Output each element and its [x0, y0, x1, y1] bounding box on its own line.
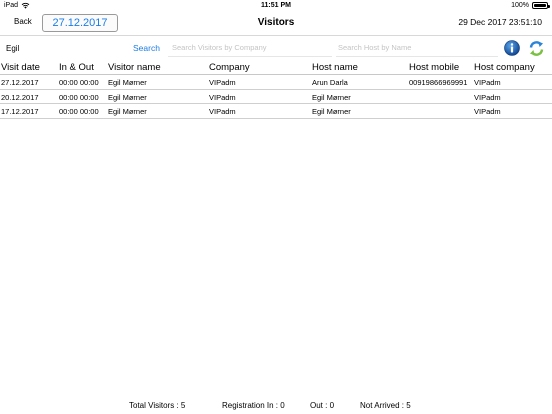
not-arrived-count: Not Arrived : 5 — [360, 401, 411, 410]
battery-icon — [532, 2, 550, 9]
visitor-search-input[interactable] — [2, 38, 130, 58]
visitors-table: Visit date In & Out Visitor name Company… — [0, 61, 552, 119]
cell-visit-date: 17.12.2017 — [1, 107, 39, 116]
cell-host-name: Arun Darla — [312, 78, 348, 87]
header-host-mobile[interactable]: Host mobile — [409, 62, 459, 73]
status-right: 100% — [511, 2, 550, 9]
cell-company: VIPadm — [209, 78, 236, 87]
header-host-name[interactable]: Host name — [312, 62, 358, 73]
table-header: Visit date In & Out Visitor name Company… — [0, 61, 552, 75]
status-time: 11:51 PM — [261, 2, 291, 9]
cell-visitor-name: Egil Mørner — [108, 78, 147, 87]
header-company[interactable]: Company — [209, 62, 250, 73]
battery-percent: 100% — [511, 2, 529, 9]
cell-host-name: Egil Mørner — [312, 107, 351, 116]
summary-footer: Total Visitors : 5 Registration In : 0 O… — [0, 396, 552, 414]
table-row[interactable]: 20.12.2017 00:00 00:00 Egil Mørner VIPad… — [0, 90, 552, 104]
header-visit-date[interactable]: Visit date — [1, 62, 40, 73]
cell-host-name: Egil Mørner — [312, 92, 351, 102]
nav-bar: Back 27.12.2017 Visitors 29 Dec 2017 23:… — [0, 12, 552, 36]
out-count: Out : 0 — [310, 401, 335, 410]
current-datetime: 29 Dec 2017 23:51:10 — [458, 17, 542, 27]
cell-visit-date: 20.12.2017 — [1, 92, 39, 102]
refresh-icon[interactable] — [528, 40, 545, 57]
cell-in-out: 00:00 00:00 — [59, 107, 99, 116]
search-bar: Search — [0, 37, 552, 59]
header-host-company[interactable]: Host company — [474, 62, 535, 73]
table-row[interactable]: 27.12.2017 00:00 00:00 Egil Mørner VIPad… — [0, 75, 552, 90]
company-search-input[interactable] — [168, 39, 332, 57]
cell-host-mobile: 00919866969991 — [409, 78, 468, 87]
info-icon[interactable] — [504, 40, 520, 56]
cell-host-company: VIPadm — [474, 78, 501, 87]
total-visitors-count: Total Visitors : 5 — [129, 401, 186, 410]
cell-visitor-name: Egil Mørner — [108, 107, 147, 116]
cell-company: VIPadm — [209, 92, 236, 102]
search-button[interactable]: Search — [133, 43, 160, 53]
cell-visitor-name: Egil Mørner — [108, 92, 147, 102]
header-in-out[interactable]: In & Out — [59, 62, 94, 73]
registration-in-count: Registration In : 0 — [222, 401, 285, 410]
cell-in-out: 00:00 00:00 — [59, 92, 99, 102]
cell-company: VIPadm — [209, 107, 236, 116]
table-row[interactable]: 17.12.2017 00:00 00:00 Egil Mørner VIPad… — [0, 104, 552, 119]
cell-visit-date: 27.12.2017 — [1, 78, 39, 87]
host-search-input[interactable] — [336, 39, 498, 57]
status-bar: iPad 11:51 PM 100% — [0, 0, 552, 12]
header-visitor-name[interactable]: Visitor name — [108, 62, 161, 73]
cell-host-company: VIPadm — [474, 107, 501, 116]
cell-in-out: 00:00 00:00 — [59, 78, 99, 87]
cell-host-company: VIPadm — [474, 92, 501, 102]
